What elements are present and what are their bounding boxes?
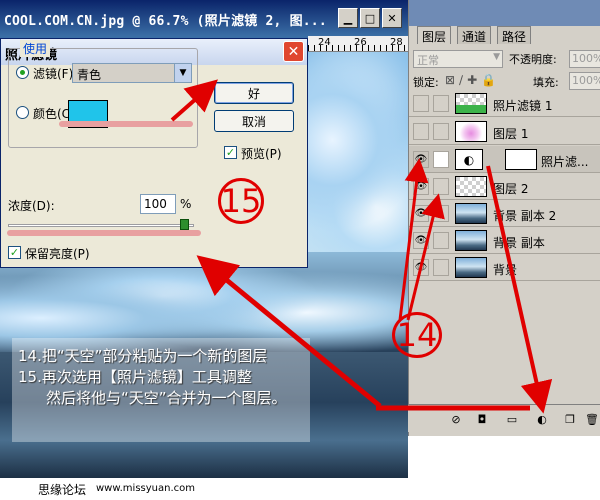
- color-swatch[interactable]: [68, 100, 108, 128]
- blend-mode-select[interactable]: 正常 ▼: [413, 50, 503, 68]
- ruler-ticks: [308, 45, 408, 51]
- layer-name: 背景 副本 2: [493, 209, 557, 223]
- document-title: COOL.COM.CN.jpg @ 66.7% (照片滤镜 2, 图...: [4, 14, 327, 29]
- step-14-label: 14: [392, 312, 442, 358]
- layer-name: 背景: [493, 263, 518, 277]
- forum-url[interactable]: www.missyuan.com: [96, 483, 195, 494]
- adjustment-layer-icon[interactable]: ◐: [534, 411, 550, 427]
- add-mask-icon[interactable]: ◘: [474, 411, 490, 427]
- maximize-icon: □: [364, 11, 376, 25]
- filter-label: 滤镜(F):: [33, 67, 78, 81]
- filter-select[interactable]: 青色 ▼: [72, 63, 192, 83]
- minimize-icon: ▁: [343, 11, 353, 25]
- forum-name: 思缘论坛: [38, 483, 87, 497]
- chevron-down-icon: ▼: [493, 52, 500, 62]
- layer-row[interactable]: 图层 1: [409, 118, 600, 145]
- layer-style-icon[interactable]: ⊘: [448, 411, 464, 427]
- layer-row[interactable]: 照片滤镜 1: [409, 90, 600, 117]
- link-toggle[interactable]: [433, 232, 449, 249]
- layer-name: 照片滤...: [541, 155, 589, 169]
- chevron-down-icon[interactable]: ▼: [174, 64, 191, 82]
- instruction-line: 14.把“天空”部分粘贴为一个新的图层: [18, 347, 268, 365]
- layer-thumbnail: [455, 176, 487, 197]
- trash-icon[interactable]: 🗑: [584, 411, 600, 427]
- layer-name: 图层 2: [493, 182, 529, 196]
- instruction-box: 14.把“天空”部分粘贴为一个新的图层 15.再次选用【照片滤镜】工具调整 然后…: [12, 338, 310, 442]
- color-radio[interactable]: [16, 106, 29, 119]
- layers-panel-toolbar: ⊘ ◘ ▭ ◐ ❐ 🗑: [408, 404, 600, 432]
- ok-button[interactable]: 好: [214, 82, 294, 104]
- layer-row[interactable]: 👁 背景 副本: [409, 227, 600, 254]
- maximize-button[interactable]: □: [360, 8, 380, 28]
- fill-label: 填充:: [533, 76, 559, 89]
- layer-name: 背景 副本: [493, 236, 545, 250]
- layer-thumbnail: [455, 203, 487, 224]
- layer-thumbnail: [455, 93, 487, 114]
- eye-icon[interactable]: 👁: [413, 232, 429, 249]
- dialog-close-button[interactable]: ✕: [283, 41, 304, 62]
- new-group-icon[interactable]: ▭: [504, 411, 520, 427]
- minimize-button[interactable]: ▁: [338, 8, 358, 28]
- density-label: 浓度(D):: [8, 199, 55, 213]
- density-slider-thumb[interactable]: [180, 219, 189, 230]
- filter-radio[interactable]: [16, 66, 29, 79]
- density-slider-track[interactable]: [8, 224, 194, 227]
- close-window-button[interactable]: ✕: [382, 8, 402, 28]
- fill-input[interactable]: 100%: [569, 72, 600, 90]
- layer-name: 照片滤镜 1: [493, 99, 553, 113]
- eye-icon[interactable]: 👁: [413, 151, 429, 168]
- layers-panel: 图层 通道 路径 正常 ▼ 不透明度: 100% 锁定: ⊠∕✚🔒 填充: 10…: [408, 0, 600, 436]
- layer-row[interactable]: 👁 ◐ 照片滤...: [409, 146, 600, 173]
- link-toggle[interactable]: [433, 178, 449, 195]
- blend-mode-value: 正常: [417, 54, 439, 67]
- link-toggle[interactable]: [433, 95, 449, 112]
- document-titlebar[interactable]: COOL.COM.CN.jpg @ 66.7% (照片滤镜 2, 图... ▁ …: [0, 0, 408, 36]
- close-icon: ✕: [287, 43, 300, 60]
- link-toggle[interactable]: [433, 259, 449, 276]
- preview-label: 预览(P): [241, 147, 282, 161]
- lock-icons[interactable]: ⊠∕✚🔒: [445, 73, 500, 87]
- cancel-button[interactable]: 取消: [214, 110, 294, 132]
- tab-paths[interactable]: 路径: [497, 26, 532, 44]
- filter-select-value: 青色: [77, 68, 102, 82]
- lock-label: 锁定:: [413, 76, 439, 89]
- footer: 思缘论坛 www.missyuan.com: [0, 478, 600, 500]
- mask-icon[interactable]: [433, 151, 449, 168]
- layer-row[interactable]: 👁 背景 副本 2: [409, 200, 600, 227]
- preview-checkbox[interactable]: ✓: [224, 146, 237, 159]
- sky-blossom-area: [300, 52, 408, 272]
- eye-icon[interactable]: 👁: [413, 259, 429, 276]
- instruction-line: 然后将他与“天空”合并为一个图层。: [46, 389, 287, 407]
- preserve-luminosity-label: 保留亮度(P): [25, 247, 90, 261]
- panel-header: [409, 0, 600, 26]
- layer-row[interactable]: 👁 图层 2: [409, 173, 600, 200]
- opacity-input[interactable]: 100%: [569, 50, 600, 68]
- opacity-label: 不透明度:: [509, 53, 557, 66]
- step-15-label: 15: [218, 178, 264, 224]
- tab-channels[interactable]: 通道: [457, 26, 492, 44]
- layer-thumbnail: [455, 257, 487, 278]
- layer-name: 图层 1: [493, 127, 529, 141]
- link-toggle[interactable]: [433, 123, 449, 140]
- layer-mask-thumbnail: [505, 149, 537, 170]
- density-input[interactable]: 100: [140, 194, 176, 214]
- eye-icon[interactable]: 👁: [413, 205, 429, 222]
- adjustment-icon: ◐: [455, 149, 483, 170]
- use-group-label: 使用: [20, 40, 51, 57]
- link-toggle[interactable]: [433, 205, 449, 222]
- layer-row[interactable]: 👁 背景: [409, 254, 600, 281]
- horizontal-ruler: 24 26 28: [308, 36, 408, 52]
- close-icon: ✕: [387, 11, 397, 25]
- eye-icon[interactable]: 👁: [413, 178, 429, 195]
- visibility-toggle[interactable]: [413, 95, 429, 112]
- preserve-luminosity-checkbox[interactable]: ✓: [8, 246, 21, 259]
- layer-thumbnail: [455, 230, 487, 251]
- new-layer-icon[interactable]: ❐: [562, 411, 578, 427]
- tab-layers[interactable]: 图层: [417, 26, 452, 44]
- visibility-toggle[interactable]: [413, 123, 429, 140]
- density-unit: %: [180, 197, 192, 211]
- instruction-line: 15.再次选用【照片滤镜】工具调整: [18, 368, 252, 386]
- layer-thumbnail: [455, 121, 487, 142]
